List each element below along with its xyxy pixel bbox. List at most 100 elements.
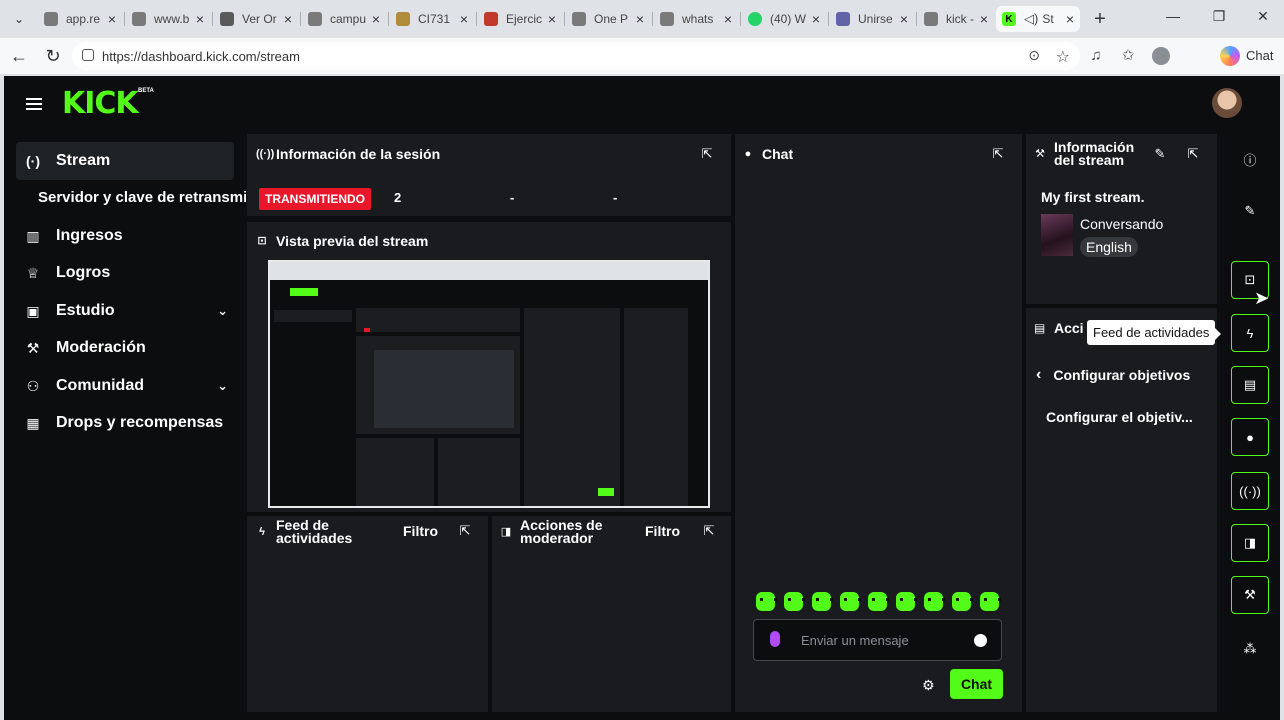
- tab-favicon-icon: [748, 12, 762, 26]
- back-configure-goals[interactable]: ‹ Configurar objetivos: [1036, 366, 1190, 384]
- url-field[interactable]: https://dashboard.kick.com/stream ⊙ ☆: [72, 42, 1080, 70]
- tab-close-icon[interactable]: ×: [724, 11, 732, 27]
- chevron-down-icon[interactable]: ⌄: [217, 378, 228, 394]
- notes-toggle-icon[interactable]: ▤: [1231, 366, 1269, 404]
- tab-list-chevron-icon[interactable]: ⌄: [8, 8, 30, 30]
- feed-filter-button[interactable]: Filtro: [403, 523, 438, 539]
- expand-icon[interactable]: ⇱: [699, 146, 715, 162]
- sidebar-item-logros[interactable]: ♕ Logros: [16, 254, 234, 292]
- sidebar-item-estudio[interactable]: ▣ Estudio ⌄: [16, 292, 234, 330]
- browser-tab[interactable]: (40) W ×: [742, 6, 826, 32]
- emote-icon[interactable]: [812, 592, 833, 611]
- emote-icon[interactable]: [868, 592, 889, 611]
- activity-feed-toggle-icon[interactable]: ϟ: [1231, 314, 1269, 352]
- browser-tab[interactable]: www.b ×: [126, 6, 210, 32]
- back-button[interactable]: ←: [8, 46, 30, 66]
- broadcast-toggle-icon[interactable]: ((·)): [1231, 472, 1269, 510]
- tab-close-icon[interactable]: ×: [460, 11, 468, 27]
- emoji-icon[interactable]: [974, 634, 987, 647]
- new-tab-button[interactable]: +: [1088, 8, 1112, 31]
- emote-icon[interactable]: [924, 592, 945, 611]
- expand-icon[interactable]: ⇱: [701, 523, 717, 539]
- emote-bar: [756, 592, 1001, 611]
- browser-tab[interactable]: kick - I ×: [918, 6, 994, 32]
- info-icon[interactable]: ⓘ: [1231, 140, 1269, 178]
- emote-icon[interactable]: [896, 592, 917, 611]
- browser-tab[interactable]: Ejercic ×: [478, 6, 562, 32]
- close-window-button[interactable]: ✕: [1248, 8, 1278, 25]
- minimize-button[interactable]: —: [1158, 8, 1188, 24]
- tab-close-icon[interactable]: ×: [372, 11, 380, 27]
- emote-icon[interactable]: [952, 592, 973, 611]
- edit-pencil-icon[interactable]: ✎: [1152, 146, 1168, 162]
- mod-filter-button[interactable]: Filtro: [645, 523, 680, 539]
- browser-tab[interactable]: CI731 ×: [390, 6, 474, 32]
- browser-tab[interactable]: app.re ×: [38, 6, 122, 32]
- expand-icon[interactable]: ⇱: [1185, 146, 1201, 162]
- status-badge: TRANSMITIENDO: [259, 188, 371, 210]
- emote-icon[interactable]: [840, 592, 861, 611]
- expand-icon[interactable]: ⇱: [457, 523, 473, 539]
- sidebar-item-moderacion[interactable]: ⚒ Moderación: [16, 329, 234, 367]
- emote-icon[interactable]: [784, 592, 805, 611]
- chat-title: ● Chat: [742, 147, 793, 161]
- tab-close-icon[interactable]: ×: [636, 11, 644, 27]
- emote-icon[interactable]: [980, 592, 1001, 611]
- sidebar-item-drops[interactable]: ▦ Drops y recompensas: [16, 404, 234, 442]
- site-info-icon[interactable]: [82, 49, 94, 61]
- tab-close-icon[interactable]: ×: [196, 11, 204, 27]
- sidebar-item-comunidad[interactable]: ⚇ Comunidad ⌄: [16, 367, 234, 405]
- microphone-icon[interactable]: [770, 631, 780, 647]
- chat-toggle-icon[interactable]: ●: [1231, 418, 1269, 456]
- emote-icon[interactable]: [756, 592, 777, 611]
- tab-close-icon[interactable]: ×: [548, 11, 556, 27]
- browser-tab-active[interactable]: K ◁) St ×: [996, 6, 1080, 32]
- chat-bubble-icon: ●: [744, 148, 752, 160]
- apps-icon[interactable]: ⁂: [1231, 630, 1269, 668]
- tab-close-icon[interactable]: ×: [900, 11, 908, 27]
- user-avatar[interactable]: [1212, 88, 1242, 118]
- profile-icon[interactable]: [1152, 47, 1170, 65]
- media-control-icon[interactable]: ♫: [1086, 46, 1106, 66]
- browser-tab[interactable]: Ver Or ×: [214, 6, 298, 32]
- wrench-icon: ⚒: [1035, 147, 1045, 160]
- tab-close-icon[interactable]: ×: [1066, 11, 1074, 27]
- tab-close-icon[interactable]: ×: [980, 11, 988, 27]
- wrench-toggle-icon[interactable]: ⚒: [1231, 576, 1269, 614]
- page-actions-icon[interactable]: ⊙: [1028, 47, 1040, 64]
- kick-dashboard: KICK BETA (·) Stream Servidor y clave de…: [4, 76, 1280, 720]
- browser-tab[interactable]: whats ×: [654, 6, 738, 32]
- sidebar-subitem-stream-key[interactable]: Servidor y clave de retransmisión: [38, 189, 246, 206]
- copilot-chat-label[interactable]: Chat: [1246, 48, 1273, 63]
- reload-button[interactable]: ↻: [42, 46, 64, 66]
- menu-icon[interactable]: [26, 98, 42, 110]
- edit-pencil-icon[interactable]: ✎: [1231, 192, 1269, 230]
- chat-settings-gear-icon[interactable]: ⚙: [922, 677, 935, 694]
- favorite-star-icon[interactable]: ☆: [1056, 47, 1070, 67]
- kick-logo[interactable]: KICK: [62, 86, 139, 121]
- stream-preview-video[interactable]: [268, 260, 710, 508]
- chevron-down-icon[interactable]: ⌄: [217, 303, 228, 319]
- browser-tab[interactable]: Unirse ×: [830, 6, 914, 32]
- tooltip: Feed de actividades: [1087, 320, 1222, 345]
- speaker-icon[interactable]: ◁): [1024, 11, 1038, 27]
- chat-message-input[interactable]: Enviar un mensaje: [753, 619, 1002, 661]
- wrench-icon: ⚒: [26, 339, 40, 356]
- configure-goal-link[interactable]: Configurar el objetiv...: [1046, 409, 1193, 425]
- sidebar-item-ingresos[interactable]: ▥ Ingresos: [16, 217, 234, 255]
- kick-favicon-icon: K: [1002, 12, 1016, 26]
- restore-button[interactable]: ❐: [1204, 8, 1234, 25]
- browser-tab[interactable]: One P ×: [566, 6, 650, 32]
- tab-close-icon[interactable]: ×: [284, 11, 292, 27]
- tab-close-icon[interactable]: ×: [108, 11, 116, 27]
- sidebar-item-stream[interactable]: (·) Stream: [16, 142, 234, 180]
- browser-tab[interactable]: campu ×: [302, 6, 386, 32]
- expand-icon[interactable]: ⇱: [990, 146, 1006, 162]
- tab-favicon-icon: [220, 12, 234, 26]
- tab-close-icon[interactable]: ×: [812, 11, 820, 27]
- copilot-icon[interactable]: [1220, 46, 1240, 66]
- chat-send-button[interactable]: Chat: [950, 669, 1003, 699]
- viewer-count: 2: [394, 190, 402, 205]
- mod-actions-toggle-icon[interactable]: ◨: [1231, 524, 1269, 562]
- favorites-icon[interactable]: ✩: [1118, 46, 1138, 66]
